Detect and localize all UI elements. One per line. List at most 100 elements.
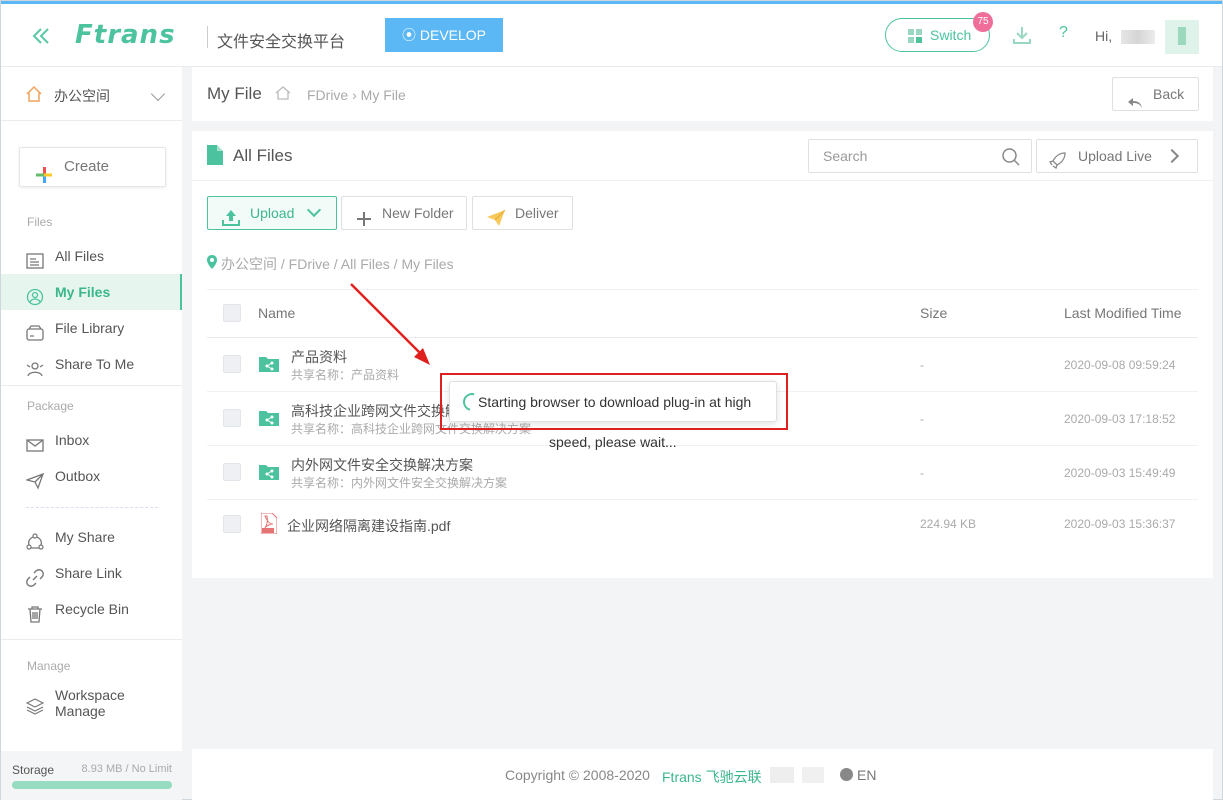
sidebar-item-label: Share To Me	[55, 356, 135, 372]
ftrans-logo[interactable]: Ftrans	[75, 20, 176, 50]
sidebar-item-workspace-manage[interactable]: Workspace Manage	[1, 687, 182, 727]
column-modified[interactable]: Last Modified Time	[1064, 305, 1182, 321]
document-icon	[207, 145, 223, 165]
rocket-icon	[1048, 148, 1067, 170]
sidebar-item-share-to-me[interactable]: Share To Me	[1, 346, 182, 382]
annotation-highlight-box	[440, 373, 788, 430]
file-size: -	[920, 412, 924, 426]
create-label: Create	[64, 158, 110, 175]
sidebar-item-label: Outbox	[55, 468, 101, 484]
layers-icon	[25, 697, 45, 715]
row-checkbox[interactable]	[223, 463, 241, 481]
globe-icon	[840, 768, 853, 781]
platform-name: 文件安全交换平台	[217, 34, 346, 51]
sidebar-item-label: Inbox	[55, 432, 90, 448]
back-button[interactable]: Back	[1112, 77, 1199, 111]
storage-label: Storage	[12, 763, 55, 777]
row-checkbox[interactable]	[223, 409, 241, 427]
footer-badge-redacted	[802, 767, 824, 783]
file-time: 2020-09-08 09:59:24	[1064, 358, 1176, 372]
row-checkbox[interactable]	[223, 515, 241, 533]
upload-live-button[interactable]: Upload Live	[1036, 139, 1198, 173]
storage-value: 8.93 MB / No Limit	[81, 763, 172, 775]
workspace-manage-line1: Workspace	[55, 687, 125, 703]
workspace-name: 办公空间	[54, 88, 110, 104]
language-switch[interactable]: EN	[840, 767, 876, 783]
file-name[interactable]: 企业网络隔离建设指南.pdf	[287, 516, 450, 536]
row-checkbox[interactable]	[223, 355, 241, 373]
file-size: -	[920, 466, 924, 480]
pdf-icon	[260, 512, 278, 535]
plus-icon	[357, 205, 371, 226]
select-all-checkbox[interactable]	[223, 304, 241, 322]
sidebar-item-all-files[interactable]: All Files	[1, 238, 182, 274]
chevron-down-icon	[150, 86, 166, 102]
notification-badge[interactable]: 75	[973, 12, 993, 32]
sidebar-item-label: Recycle Bin	[55, 601, 129, 617]
download-icon[interactable]	[1011, 24, 1033, 46]
file-time: 2020-09-03 17:18:52	[1064, 412, 1176, 426]
greeting: Hi,	[1095, 28, 1113, 44]
location-pin-icon: ⦿	[401, 27, 420, 43]
sidebar-item-inbox[interactable]: Inbox	[1, 422, 182, 458]
sidebar-item-recycle-bin[interactable]: Recycle Bin	[1, 591, 182, 627]
avatar[interactable]	[1165, 20, 1199, 54]
footer-badge-redacted	[770, 767, 794, 783]
environment-label: DEVELOP	[419, 27, 487, 43]
file-name[interactable]: 内外网文件安全交换解决方案	[291, 455, 473, 475]
help-icon[interactable]: ?	[1059, 24, 1068, 42]
storage-panel: Storage 8.93 MB / No Limit	[1, 751, 182, 800]
create-button[interactable]: Create	[19, 147, 166, 187]
all-files-icon	[26, 247, 44, 269]
search-input[interactable]	[823, 148, 993, 164]
collapse-sidebar-icon[interactable]	[29, 24, 53, 48]
grid-icon	[908, 29, 922, 43]
file-size: -	[920, 358, 924, 372]
trash-icon	[26, 600, 44, 623]
table-row[interactable]: 企业网络隔离建设指南.pdf 224.94 KB 2020-09-03 15:3…	[207, 500, 1198, 548]
outbox-icon	[24, 467, 45, 490]
page-title: My File	[207, 84, 262, 103]
sidebar-item-label: File Library	[55, 320, 125, 336]
new-folder-button[interactable]: New Folder	[341, 196, 467, 230]
column-name[interactable]: Name	[258, 305, 295, 321]
paper-plane-icon	[487, 205, 506, 226]
section-manage-label: Manage	[27, 659, 71, 673]
breadcrumb-path[interactable]: FDrive › My File	[307, 87, 406, 103]
sidebar-item-share-link[interactable]: Share Link	[1, 555, 182, 591]
home-icon	[25, 85, 43, 103]
upload-icon	[222, 205, 240, 226]
switch-label: Switch	[930, 27, 972, 43]
my-files-icon	[26, 283, 44, 306]
user-name-redacted	[1121, 30, 1155, 44]
file-time: 2020-09-03 15:36:37	[1064, 517, 1176, 531]
file-library-icon	[26, 319, 44, 341]
table-row[interactable]: 内外网文件安全交换解决方案 共享名称：内外网文件安全交换解决方案 - 2020-…	[207, 446, 1198, 500]
file-name[interactable]: 产品资料	[291, 347, 347, 367]
copyright-text: Copyright © 2008-2020	[505, 767, 650, 783]
upload-button[interactable]: Upload	[207, 196, 337, 230]
sidebar-item-my-share[interactable]: My Share	[1, 519, 182, 555]
home-icon[interactable]	[275, 86, 291, 100]
shared-folder-icon	[259, 355, 279, 372]
section-files-label: Files	[27, 215, 53, 229]
workspace-selector[interactable]: 办公空间	[1, 67, 182, 121]
location-text[interactable]: 办公空间 / FDrive / All Files / My Files	[207, 256, 454, 272]
sidebar-item-outbox[interactable]: Outbox	[1, 458, 182, 494]
environment-button[interactable]: ⦿ DEVELOP	[385, 18, 503, 52]
location-pin-icon	[207, 255, 217, 269]
column-size[interactable]: Size	[920, 305, 947, 321]
location-path: 办公空间 / FDrive / All Files / My Files	[207, 254, 454, 274]
chevron-right-icon	[1164, 148, 1180, 164]
search-icon[interactable]	[1001, 147, 1021, 167]
sidebar-item-my-files[interactable]: My Files	[1, 274, 182, 310]
new-folder-label: New Folder	[382, 205, 454, 221]
search-box[interactable]	[808, 139, 1032, 173]
deliver-label: Deliver	[515, 205, 559, 221]
annotation-arrow	[350, 283, 430, 365]
sidebar-item-file-library[interactable]: File Library	[1, 310, 182, 346]
footer-brand-link[interactable]: Ftrans 飞驰云联	[662, 767, 762, 787]
back-label: Back	[1153, 86, 1185, 102]
inbox-icon	[26, 431, 44, 452]
deliver-button[interactable]: Deliver	[472, 196, 573, 230]
